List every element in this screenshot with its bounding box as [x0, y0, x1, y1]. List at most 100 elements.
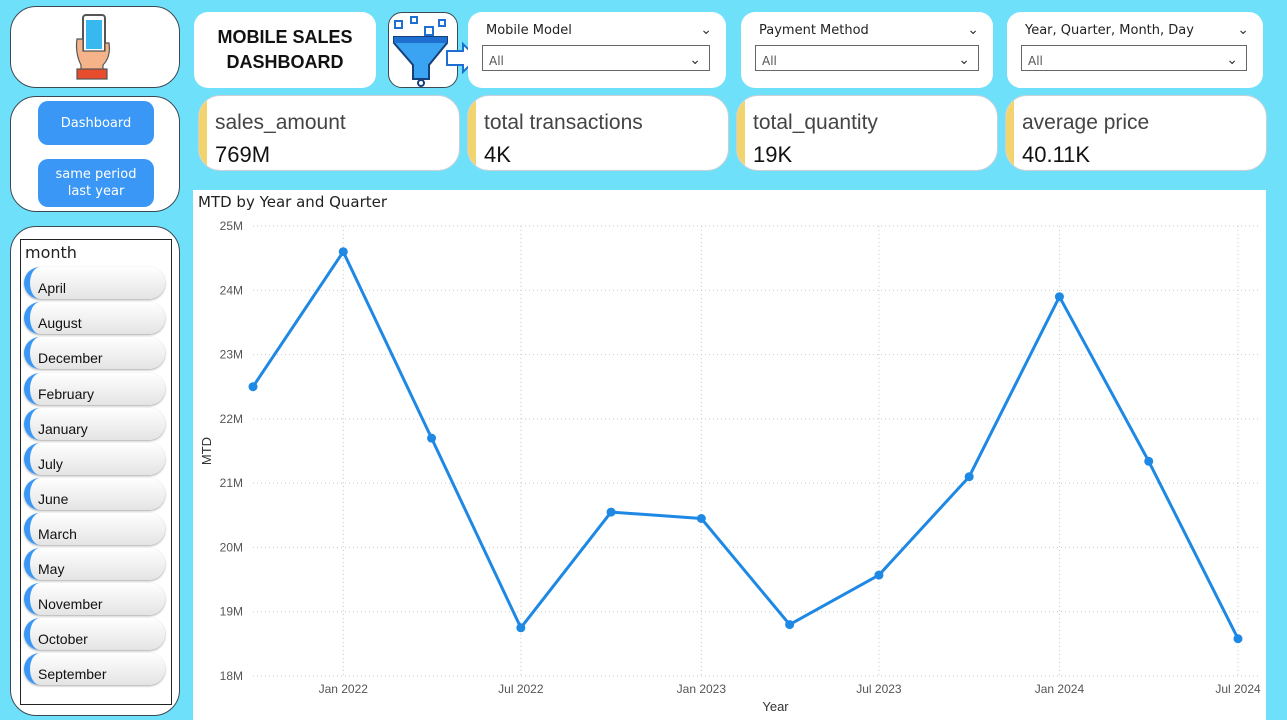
chevron-down-icon: ⌄ [1226, 52, 1238, 68]
filter-toggle-button[interactable] [388, 12, 479, 88]
series-line [251, 250, 1240, 640]
kpi-average-price: average price 40.11K [1005, 95, 1267, 171]
y-tick-label: 22M [220, 412, 243, 426]
month-item-label: November [38, 596, 103, 612]
month-item-september[interactable]: September [24, 653, 165, 685]
month-item-label: January [38, 421, 88, 437]
month-item-label: March [38, 526, 77, 542]
month-item-february[interactable]: February [24, 373, 165, 405]
y-axis-title: MTD [199, 437, 214, 465]
data-point [1233, 634, 1243, 644]
month-item-march[interactable]: March [24, 513, 165, 545]
dashboard-nav-button[interactable]: Dashboard [38, 101, 154, 145]
mtd-line-chart-card: MTD by Year and Quarter 18M 19M 20M 21M 22M 2… [193, 190, 1266, 720]
data-point [606, 507, 616, 517]
month-item-july[interactable]: July [24, 443, 165, 475]
chevron-down-icon: ⌄ [958, 52, 970, 68]
x-tick-label: Jul 2024 [1215, 682, 1261, 696]
date-hierarchy-value: All [1028, 54, 1043, 68]
month-item-august[interactable]: August [24, 302, 165, 334]
date-hierarchy-select[interactable]: All ⌄ [1021, 45, 1247, 71]
data-point [248, 382, 258, 392]
y-tick-label: 25M [220, 219, 243, 233]
month-item-label: April [38, 280, 67, 296]
mobile-model-value: All [489, 54, 504, 68]
month-item-label: May [38, 561, 65, 577]
month-item-june[interactable]: June [24, 478, 165, 510]
data-point [516, 623, 526, 633]
kpi-value: 769M [215, 142, 271, 167]
chevron-down-icon[interactable]: ⌄ [1237, 22, 1249, 38]
y-tick-label: 20M [220, 540, 243, 554]
kpi-accent-bar [737, 96, 745, 170]
month-item-label: December [38, 350, 103, 366]
month-item-october[interactable]: October [24, 618, 165, 650]
month-item-may[interactable]: May [24, 548, 165, 580]
data-point [338, 247, 348, 257]
mobile-model-select[interactable]: All ⌄ [482, 45, 710, 71]
y-tick-label: 23M [220, 348, 243, 362]
mobile-model-filter: Mobile Model ⌄ All ⌄ [468, 12, 726, 88]
month-item-label: July [38, 456, 63, 472]
kpi-label: total transactions [484, 111, 643, 134]
kpi-total-transactions: total transactions 4K [467, 95, 729, 171]
month-item-label: February [38, 386, 95, 402]
phone-in-hand-icon [75, 14, 110, 80]
chevron-down-icon[interactable]: ⌄ [700, 22, 712, 38]
payment-method-select[interactable]: All ⌄ [755, 45, 979, 71]
data-point [427, 433, 437, 443]
y-tick-label: 24M [220, 283, 243, 297]
kpi-label: average price [1022, 111, 1150, 134]
chevron-down-icon: ⌄ [689, 52, 701, 68]
kpi-label: total_quantity [753, 111, 878, 134]
y-tick-label: 21M [220, 476, 243, 490]
data-point [696, 514, 706, 523]
date-hierarchy-filter: Year, Quarter, Month, Day ⌄ All ⌄ [1007, 12, 1263, 88]
month-item-label: October [38, 631, 88, 647]
kpi-accent-bar [468, 96, 476, 170]
month-item-january[interactable]: January [24, 408, 165, 440]
dashboard-title-card: MOBILE SALES DASHBOARD [194, 12, 376, 88]
navigation-panel: Dashboard same period last year [10, 96, 180, 212]
month-slicer-title: month [25, 243, 77, 262]
logo-card [10, 6, 180, 88]
data-point [785, 620, 795, 630]
kpi-accent-bar [1006, 96, 1014, 170]
kpi-sales-amount: sales_amount 769M [198, 95, 460, 171]
same-period-last-year-button[interactable]: same period last year [38, 159, 154, 207]
x-tick-label: Jan 2022 [319, 682, 369, 696]
mtd-line-chart: 18M 19M 20M 21M 22M 23M 24M 25M Jan 2022 Jul 2022… [199, 219, 1261, 714]
kpi-value: 19K [753, 142, 793, 167]
data-point [874, 570, 884, 580]
date-hierarchy-filter-label: Year, Quarter, Month, Day [1025, 23, 1194, 38]
data-point [1054, 292, 1064, 302]
x-tick-label: Jan 2024 [1035, 682, 1085, 696]
funnel-filter-icon [393, 16, 479, 87]
month-slicer: month April August December February Jan… [20, 239, 172, 705]
payment-method-value: All [762, 54, 777, 68]
month-item-label: September [38, 666, 107, 682]
mobile-model-filter-label: Mobile Model [486, 23, 572, 38]
chevron-down-icon[interactable]: ⌄ [967, 22, 979, 38]
y-tick-label: 19M [220, 605, 243, 619]
x-axis-title: Year [762, 699, 789, 714]
month-item-label: August [38, 315, 82, 331]
x-tick-label: Jul 2023 [856, 682, 902, 696]
data-point [1144, 456, 1154, 466]
month-item-december[interactable]: December [24, 337, 165, 369]
kpi-value: 40.11K [1022, 142, 1091, 167]
kpi-accent-bar [199, 96, 207, 170]
kpi-label: sales_amount [215, 111, 346, 134]
month-item-april[interactable]: April [24, 267, 165, 299]
month-item-november[interactable]: November [24, 583, 165, 615]
kpi-total-quantity: total_quantity 19K [736, 95, 998, 171]
page-title: MOBILE SALES DASHBOARD [217, 27, 353, 72]
y-tick-label: 18M [220, 669, 243, 683]
data-point [964, 472, 974, 482]
x-tick-label: Jul 2022 [498, 682, 544, 696]
payment-method-filter-label: Payment Method [759, 23, 869, 38]
x-tick-label: Jan 2023 [677, 682, 727, 696]
month-item-label: June [38, 491, 69, 507]
month-slicer-card: month April August December February Jan… [10, 226, 180, 716]
kpi-value: 4K [484, 142, 511, 167]
